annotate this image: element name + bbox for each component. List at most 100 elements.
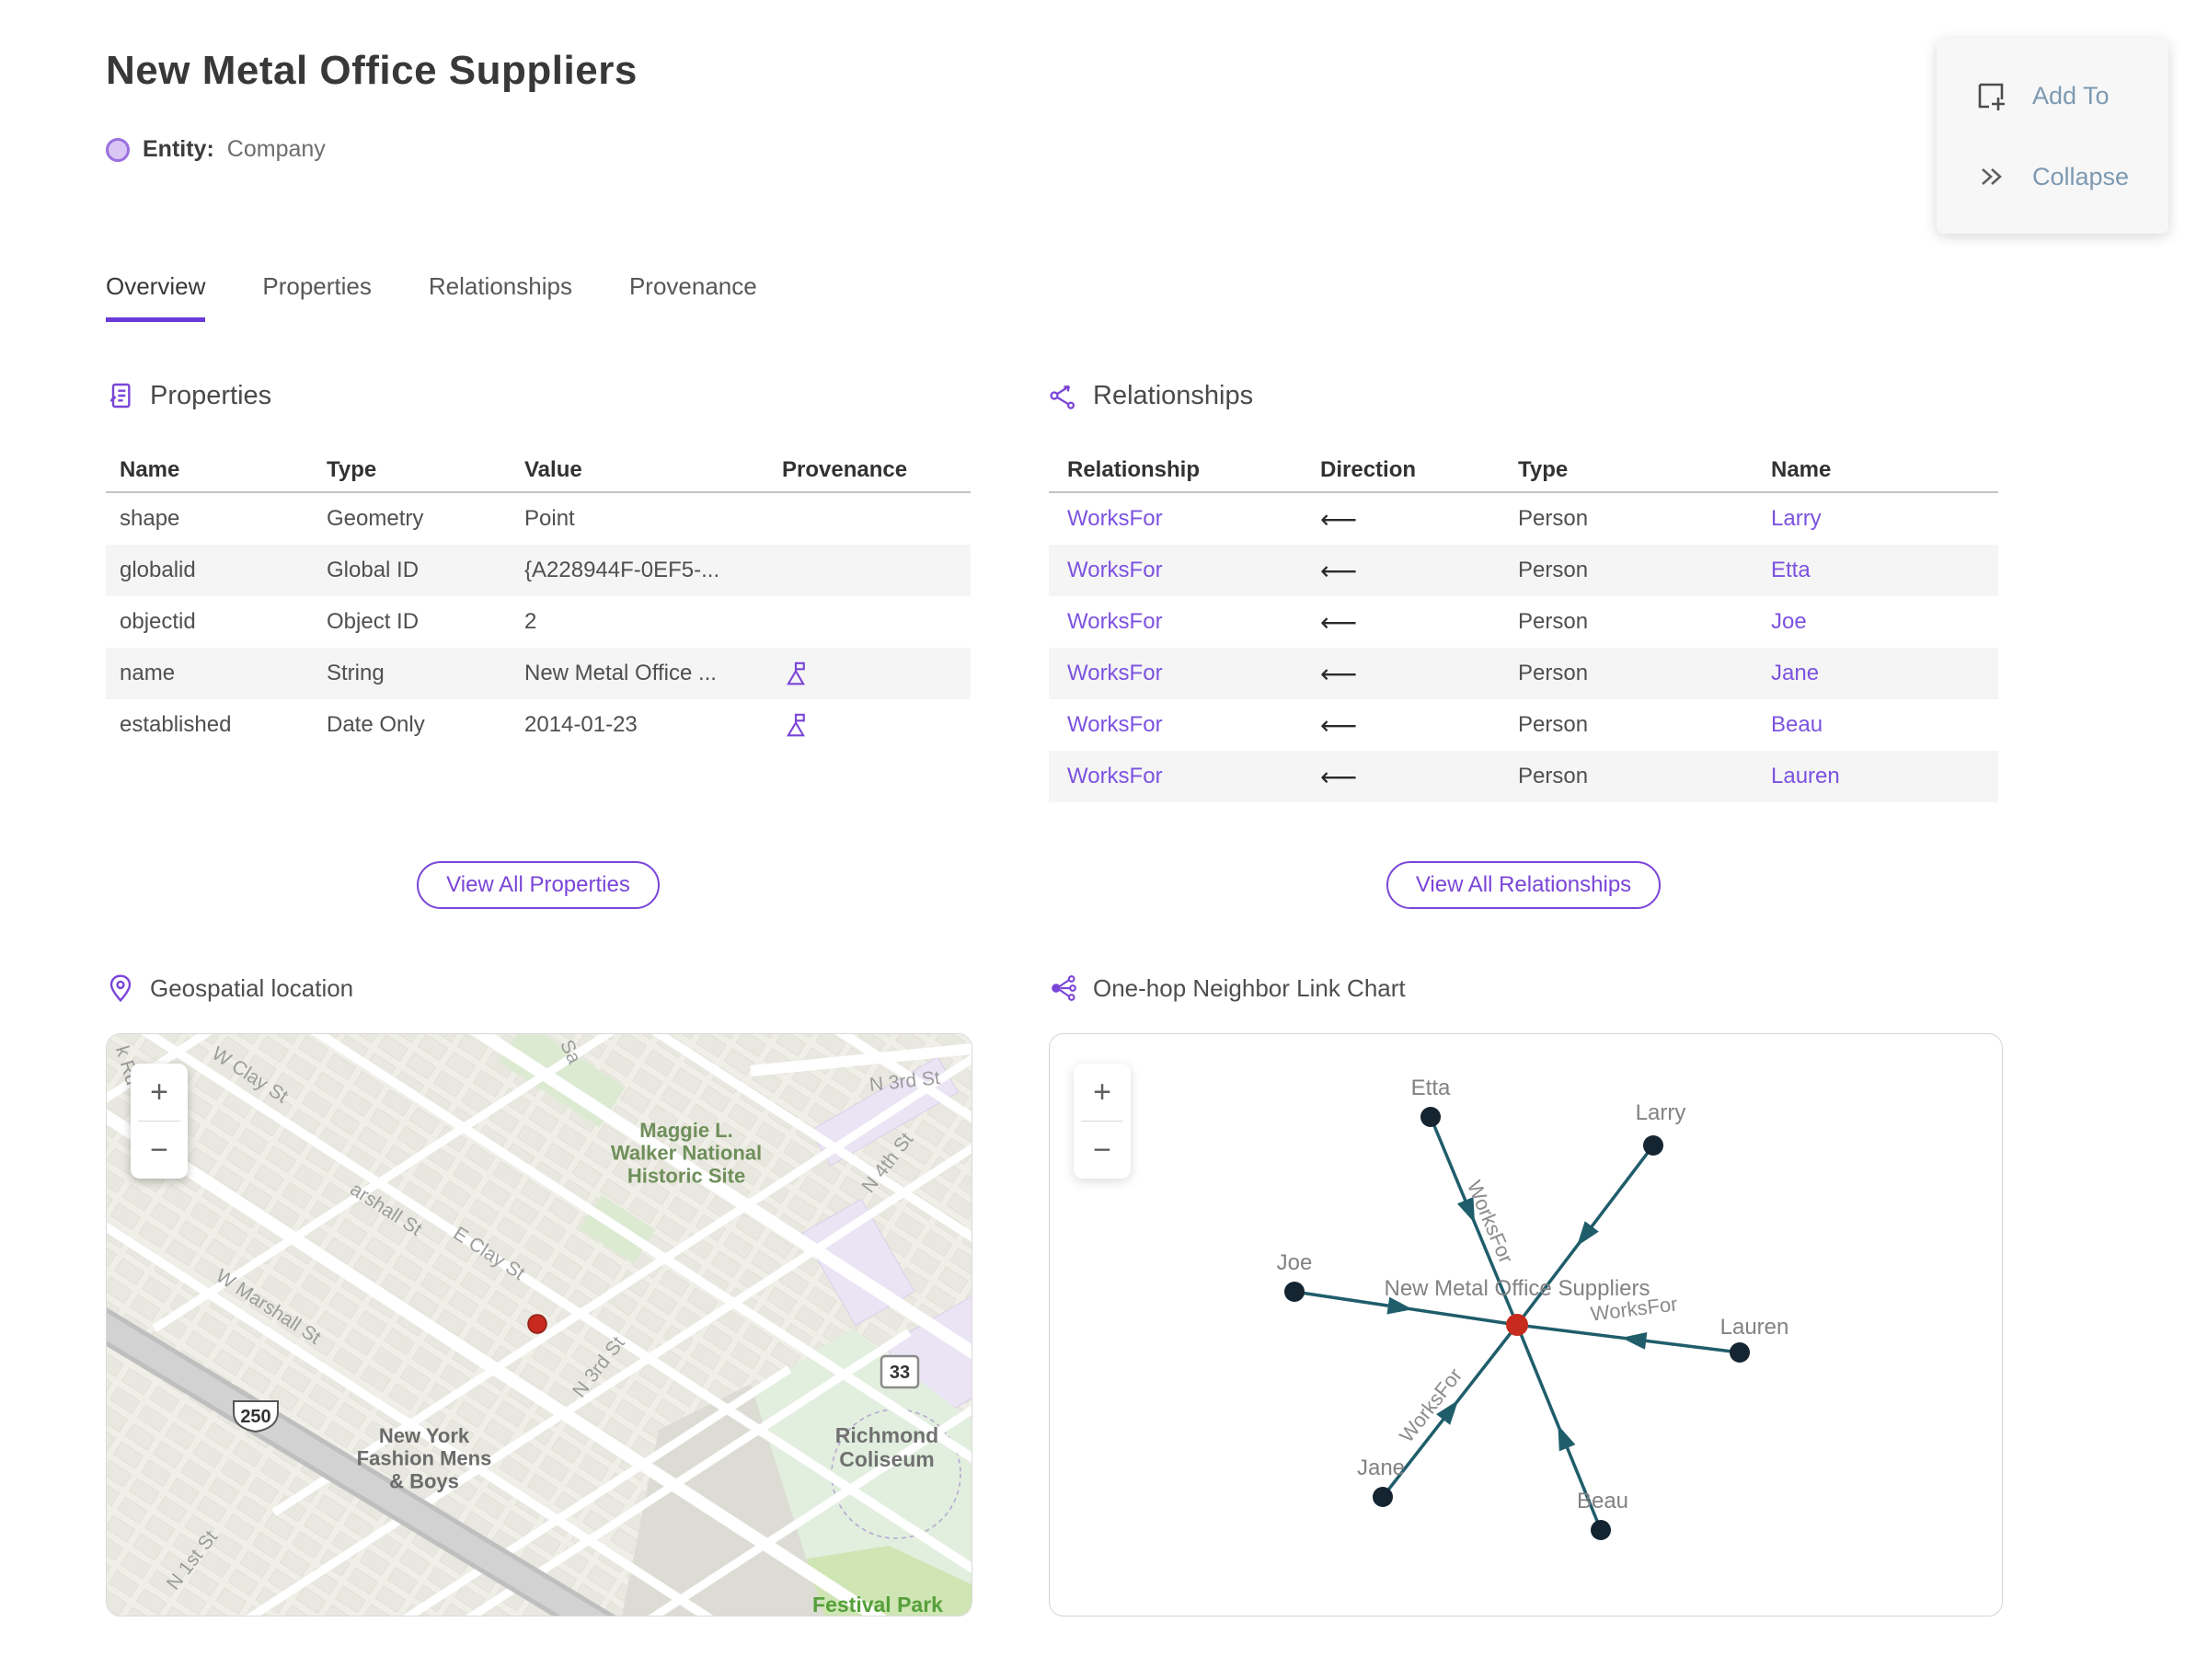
chart-edge-arrowhead — [1621, 1331, 1648, 1350]
svg-text:250: 250 — [240, 1407, 270, 1427]
chart-edge-label: WorksFor — [1463, 1177, 1518, 1266]
direction-arrow: ⟵ — [1320, 710, 1358, 740]
property-name-cell: shape — [120, 506, 180, 531]
properties-section-title: Properties — [150, 380, 272, 410]
col-header-type: Type — [327, 457, 377, 482]
property-name-cell: name — [120, 661, 176, 685]
map-label: Richmond Coliseum — [835, 1423, 938, 1471]
tab-bar: Overview Properties Relationships Proven… — [106, 272, 757, 322]
relationship-type-link[interactable]: WorksFor — [1067, 764, 1320, 789]
entity-type-cell: Person — [1518, 661, 1589, 685]
col-header-relationship: Relationship — [1067, 457, 1201, 482]
geospatial-section-title: Geospatial location — [150, 973, 354, 1002]
relationships-icon — [1050, 385, 1075, 409]
relationships-section: Relationships Relationship Direction Typ… — [1049, 375, 1998, 909]
chart-node-Jane[interactable] — [1373, 1487, 1393, 1507]
route-shield: 33 — [880, 1354, 920, 1389]
provenance-flag-icon[interactable] — [782, 660, 810, 687]
chart-node-label: Beau — [1577, 1489, 1628, 1513]
property-name-cell: established — [120, 712, 232, 737]
col-header-name: Name — [1771, 457, 1832, 482]
provenance-flag-icon[interactable] — [782, 711, 810, 739]
property-name-cell: globalid — [120, 558, 196, 582]
link-chart-section-title: One-hop Neighbor Link Chart — [1093, 973, 1406, 1002]
tab-overview[interactable]: Overview — [106, 272, 206, 322]
relationship-type-link[interactable]: WorksFor — [1067, 558, 1320, 583]
chart-edge-arrowhead — [1558, 1424, 1576, 1452]
property-type-cell: Global ID — [327, 558, 420, 582]
property-value-cell: Point — [524, 506, 575, 531]
chart-node-label: Lauren — [1720, 1315, 1789, 1340]
property-row: established Date Only 2014-01-23 — [106, 699, 971, 751]
view-all-relationships-button[interactable]: View All Relationships — [1386, 861, 1662, 909]
property-type-cell: Date Only — [327, 712, 425, 737]
chart-zoom-in-button[interactable]: + — [1074, 1064, 1131, 1121]
add-to-icon — [1978, 83, 2005, 110]
property-row: globalid Global ID {A228944F-0EF5-... — [106, 545, 971, 596]
related-entity-link[interactable]: Jane — [1771, 661, 1998, 686]
link-chart-section-header: One-hop Neighbor Link Chart — [1049, 973, 1406, 1003]
collapse-button[interactable]: Collapse — [1937, 159, 2168, 194]
property-row: objectid Object ID 2 — [106, 596, 971, 648]
chart-center-node-label: New Metal Office Suppliers — [1384, 1276, 1650, 1301]
property-value-cell: 2 — [524, 609, 537, 634]
property-provenance-cell — [782, 711, 971, 739]
map-zoom-out-button[interactable]: − — [131, 1122, 188, 1179]
actions-flyout: Add To Collapse — [1937, 39, 2168, 234]
chart-node-label: Jane — [1357, 1456, 1405, 1480]
entity-type-cell: Person — [1518, 764, 1589, 788]
entity-type-row: Entity: Company — [106, 136, 326, 163]
map-pin-icon — [109, 974, 132, 1003]
relationship-type-link[interactable]: WorksFor — [1067, 506, 1320, 532]
relationship-row: WorksFor ⟵ Person Larry — [1049, 493, 1998, 545]
direction-arrow: ⟵ — [1320, 762, 1358, 791]
entity-type-cell: Person — [1518, 609, 1589, 634]
property-value-cell: 2014-01-23 — [524, 712, 638, 737]
col-header-name: Name — [120, 457, 180, 482]
collapse-label: Collapse — [2032, 162, 2130, 190]
map-zoom-in-button[interactable]: + — [131, 1064, 188, 1121]
col-header-type: Type — [1518, 457, 1569, 482]
related-entity-link[interactable]: Joe — [1771, 609, 1998, 635]
chart-node-label: Larry — [1636, 1100, 1686, 1125]
relationships-table: Relationship Direction Type Name WorksFo… — [1049, 449, 1998, 802]
chart-node-Larry[interactable] — [1643, 1135, 1663, 1156]
chart-node-Joe[interactable] — [1284, 1282, 1305, 1302]
relationship-type-link[interactable]: WorksFor — [1067, 661, 1320, 686]
link-chart-canvas[interactable]: WorksForWorksForWorksForEttaLarryJoeJane… — [1050, 1034, 1999, 1613]
svg-text:33: 33 — [890, 1363, 910, 1383]
relationship-type-link[interactable]: WorksFor — [1067, 712, 1320, 738]
chart-zoom-out-button[interactable]: − — [1074, 1122, 1131, 1179]
col-header-direction: Direction — [1320, 457, 1417, 482]
chart-center-node[interactable] — [1506, 1314, 1528, 1336]
chart-node-Lauren[interactable] — [1730, 1342, 1750, 1363]
relationship-row: WorksFor ⟵ Person Lauren — [1049, 751, 1998, 802]
map-canvas[interactable]: 25033 k Rd W Clay St Saarshall StW Marshal… — [107, 1034, 972, 1616]
relationship-row: WorksFor ⟵ Person Beau — [1049, 699, 1998, 751]
tab-properties[interactable]: Properties — [262, 272, 372, 322]
view-all-properties-button[interactable]: View All Properties — [417, 861, 660, 909]
related-entity-link[interactable]: Lauren — [1771, 764, 1998, 789]
geospatial-map[interactable]: + − 250 33 k Rd W Clay St Sa arshall St … — [106, 1033, 972, 1617]
related-entity-link[interactable]: Etta — [1771, 558, 1998, 583]
entity-badge-icon — [106, 137, 130, 162]
chart-edge-arrowhead — [1576, 1221, 1599, 1247]
col-header-provenance: Provenance — [782, 457, 908, 482]
geospatial-section-header: Geospatial location — [106, 973, 353, 1003]
one-hop-link-chart[interactable]: + − WorksFor WorksFor WorksFor Etta Larry Joe… — [1049, 1033, 2003, 1617]
chart-node-Etta[interactable] — [1420, 1107, 1441, 1127]
related-entity-link[interactable]: Beau — [1771, 712, 1998, 738]
tab-relationships[interactable]: Relationships — [429, 272, 572, 322]
direction-arrow: ⟵ — [1320, 607, 1358, 637]
direction-arrow: ⟵ — [1320, 556, 1358, 585]
relationship-row: WorksFor ⟵ Person Etta — [1049, 545, 1998, 596]
map-marker[interactable] — [527, 1314, 547, 1334]
properties-table: Name Type Value Provenance shape Geometry… — [106, 449, 971, 751]
map-zoom-control: + − — [131, 1064, 188, 1179]
chart-node-Beau[interactable] — [1591, 1520, 1611, 1540]
add-to-button[interactable]: Add To — [1937, 78, 2168, 113]
relationship-type-link[interactable]: WorksFor — [1067, 609, 1320, 635]
related-entity-link[interactable]: Larry — [1771, 506, 1998, 532]
tab-provenance[interactable]: Provenance — [629, 272, 757, 322]
map-label: Festival Park — [812, 1593, 943, 1616]
